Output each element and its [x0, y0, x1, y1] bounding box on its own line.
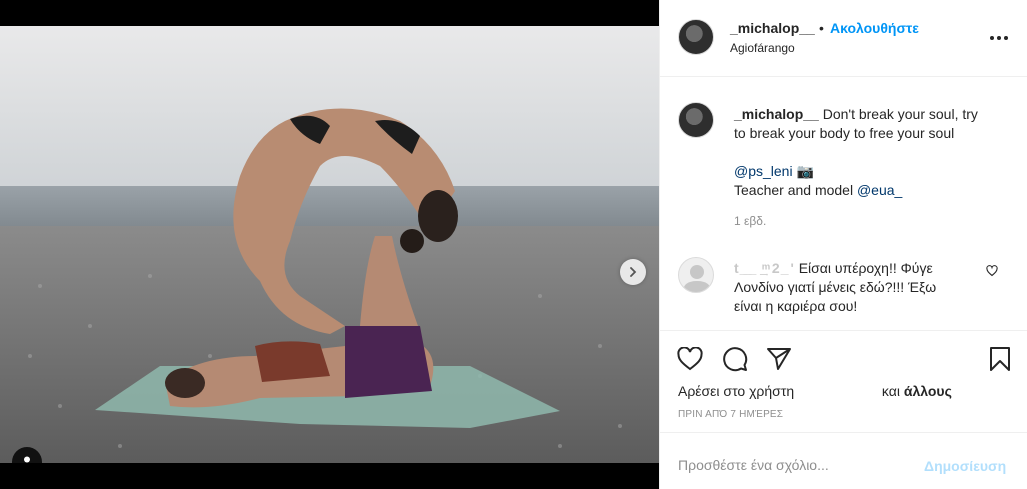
post-location[interactable]: Agiofárango — [730, 41, 795, 55]
default-avatar-icon — [683, 265, 711, 292]
commenter-username[interactable]: t_̲_ ͢ ͫ 2 ̲ ʹ — [734, 260, 795, 276]
heart-icon — [677, 347, 703, 371]
likes-others-link[interactable]: άλλους — [904, 383, 952, 399]
comment-bubble-icon — [723, 347, 748, 372]
post-date[interactable]: ΠΡΙΝ ΑΠΌ 7 ΗΜΈΡΕΣ — [678, 409, 783, 420]
caption-line-2: to break your body to free your soul — [734, 125, 955, 141]
comment-input[interactable]: Προσθέστε ένα σχόλιο... — [678, 457, 829, 473]
post-header: _michalop__ • Ακολουθήστε Agiofárango — [660, 0, 1027, 77]
post-details-panel: _michalop__ • Ακολουθήστε Agiofárango _m… — [659, 0, 1027, 489]
header-separator: • — [819, 20, 824, 36]
post-comment-button[interactable]: Δημοσίευση — [924, 458, 1006, 474]
post-photo[interactable] — [0, 26, 659, 463]
caption-time: 1 εβδ. — [734, 214, 767, 228]
save-button[interactable] — [986, 345, 1014, 373]
add-comment-section: Προσθέστε ένα σχόλιο... Δημοσίευση — [660, 432, 1027, 489]
photo-illustration — [0, 26, 659, 463]
author-username[interactable]: _michalop__ — [730, 20, 815, 36]
comment-button[interactable] — [721, 345, 749, 373]
share-button[interactable] — [765, 345, 793, 373]
comments-list: _michalop__ Don't break your soul, try t… — [660, 77, 1027, 330]
bookmark-icon — [990, 347, 1010, 371]
caption-line-4: Teacher and model — [734, 182, 854, 198]
caption-mention-1[interactable]: @ps_leni — [734, 163, 793, 179]
comment-line-3: είναι η καριέρα σου! — [734, 298, 858, 314]
heart-icon — [986, 265, 998, 277]
author-avatar[interactable] — [678, 19, 714, 55]
follow-button[interactable]: Ακολουθήστε — [830, 20, 919, 36]
caption-avatar[interactable] — [678, 102, 714, 138]
likes-and: και — [881, 383, 900, 399]
post-actions: Αρέσει στο χρήστη και άλλους ΠΡΙΝ ΑΠΌ 7 … — [660, 330, 1027, 432]
comment-like-button[interactable] — [986, 264, 998, 282]
chevron-right-icon — [630, 267, 637, 277]
likes-summary: Αρέσει στο χρήστη και άλλους — [678, 383, 952, 399]
more-options-icon[interactable] — [990, 28, 1014, 48]
caption-text: _michalop__ Don't break your soul, try t… — [734, 105, 1014, 200]
user-icon — [24, 456, 30, 463]
likes-prefix: Αρέσει στο χρήστη — [678, 383, 795, 399]
paper-plane-icon — [767, 348, 791, 370]
caption-username[interactable]: _michalop__ — [734, 106, 819, 122]
next-slide-button[interactable] — [620, 259, 646, 285]
comment-text: t_̲_ ͢ ͫ 2 ̲ ʹ Είσαι υπέροχη!! Φύγε Λονδ… — [734, 259, 984, 316]
camera-icon: 📷 — [796, 163, 814, 179]
caption-line-1: Don't break your soul, try — [822, 106, 978, 122]
caption-mention-2[interactable]: @eua_ — [857, 182, 902, 198]
commenter-avatar[interactable] — [678, 257, 714, 293]
like-button[interactable] — [676, 345, 704, 373]
post-media — [0, 0, 659, 489]
comment-line-1: Είσαι υπέροχη!! Φύγε — [798, 260, 933, 276]
comment-line-2: Λονδίνο γιατί μένεις εδώ?!!! Έξω — [734, 279, 937, 295]
